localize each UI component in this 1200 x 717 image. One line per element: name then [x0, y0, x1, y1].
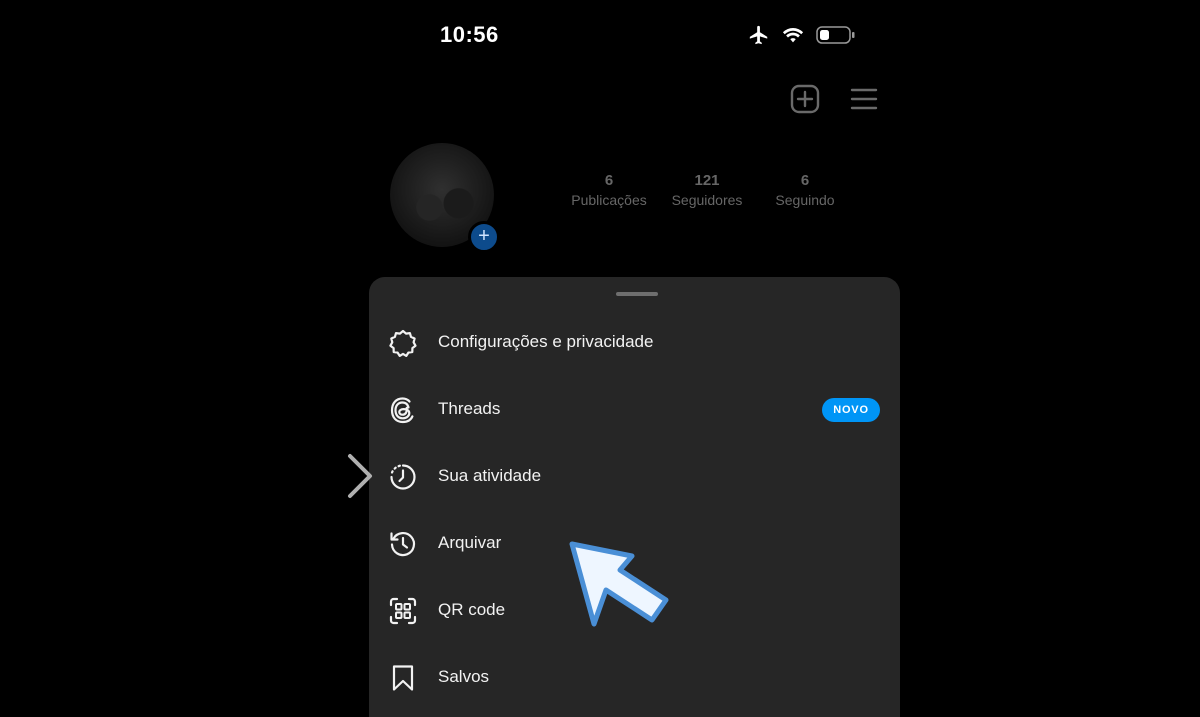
menu-icon[interactable]	[850, 87, 878, 111]
bookmark-icon	[392, 665, 414, 691]
menu-item-saved[interactable]: Salvos	[369, 652, 900, 702]
wifi-icon	[782, 28, 804, 43]
cursor-icon	[569, 541, 669, 627]
settings-icon	[389, 329, 417, 357]
threads-icon	[390, 397, 414, 424]
stat-following[interactable]: 6 Seguindo	[756, 172, 854, 208]
stat-label: Seguidores	[671, 192, 743, 208]
sheet-handle[interactable]	[616, 292, 658, 296]
add-story-icon[interactable]: +	[468, 221, 500, 253]
menu-item-label: Sua atividade	[438, 466, 542, 485]
menu-item-settings[interactable]: Configurações e privacidade	[369, 317, 900, 367]
status-time: 10:56	[440, 22, 499, 47]
menu-sheet: Configurações e privacidade Threads NOVO…	[369, 277, 900, 717]
pointer-arrow-icon	[20, 454, 372, 498]
stat-value: 121	[694, 172, 720, 189]
airplane-icon	[749, 25, 768, 45]
battery-icon	[816, 26, 855, 44]
menu-item-label: Salvos	[438, 667, 490, 686]
header-actions	[790, 84, 878, 114]
menu-item-activity[interactable]: Sua atividade	[369, 451, 900, 501]
archive-icon	[390, 531, 416, 557]
stat-label: Publicações	[571, 192, 647, 208]
stat-followers[interactable]: 121 Seguidores	[658, 172, 756, 208]
stat-value: 6	[604, 172, 614, 189]
menu-item-label: Threads	[438, 399, 501, 418]
profile-stats: 6 Publicações 121 Seguidores 6 Seguindo	[560, 172, 854, 208]
menu-item-threads[interactable]: Threads NOVO	[369, 384, 900, 434]
new-badge: NOVO	[822, 398, 880, 422]
stat-value: 6	[800, 172, 810, 189]
status-icons	[748, 24, 856, 46]
new-post-icon[interactable]	[790, 84, 820, 114]
stat-label: Seguindo	[775, 192, 835, 208]
menu-item-label: Arquivar	[438, 533, 502, 552]
activity-icon	[390, 464, 416, 490]
menu-item-label: QR code	[438, 600, 506, 619]
stat-posts[interactable]: 6 Publicações	[560, 172, 658, 208]
menu-item-label: Configurações e privacidade	[438, 332, 654, 351]
qr-code-icon	[389, 597, 417, 625]
